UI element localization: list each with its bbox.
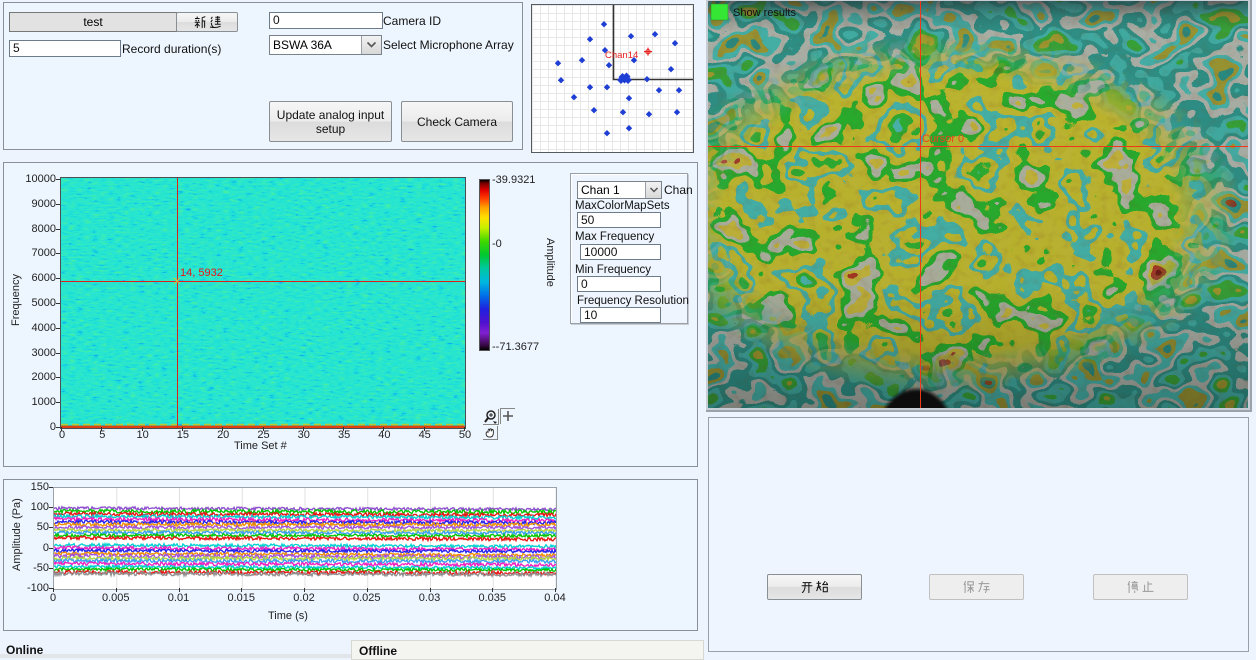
svg-text:14, 5932: 14, 5932 bbox=[180, 267, 223, 279]
svg-text:Cursor 0: Cursor 0 bbox=[922, 133, 964, 145]
svg-text:Show results: Show results bbox=[733, 7, 796, 19]
svg-text:Chan14: Chan14 bbox=[605, 50, 638, 61]
